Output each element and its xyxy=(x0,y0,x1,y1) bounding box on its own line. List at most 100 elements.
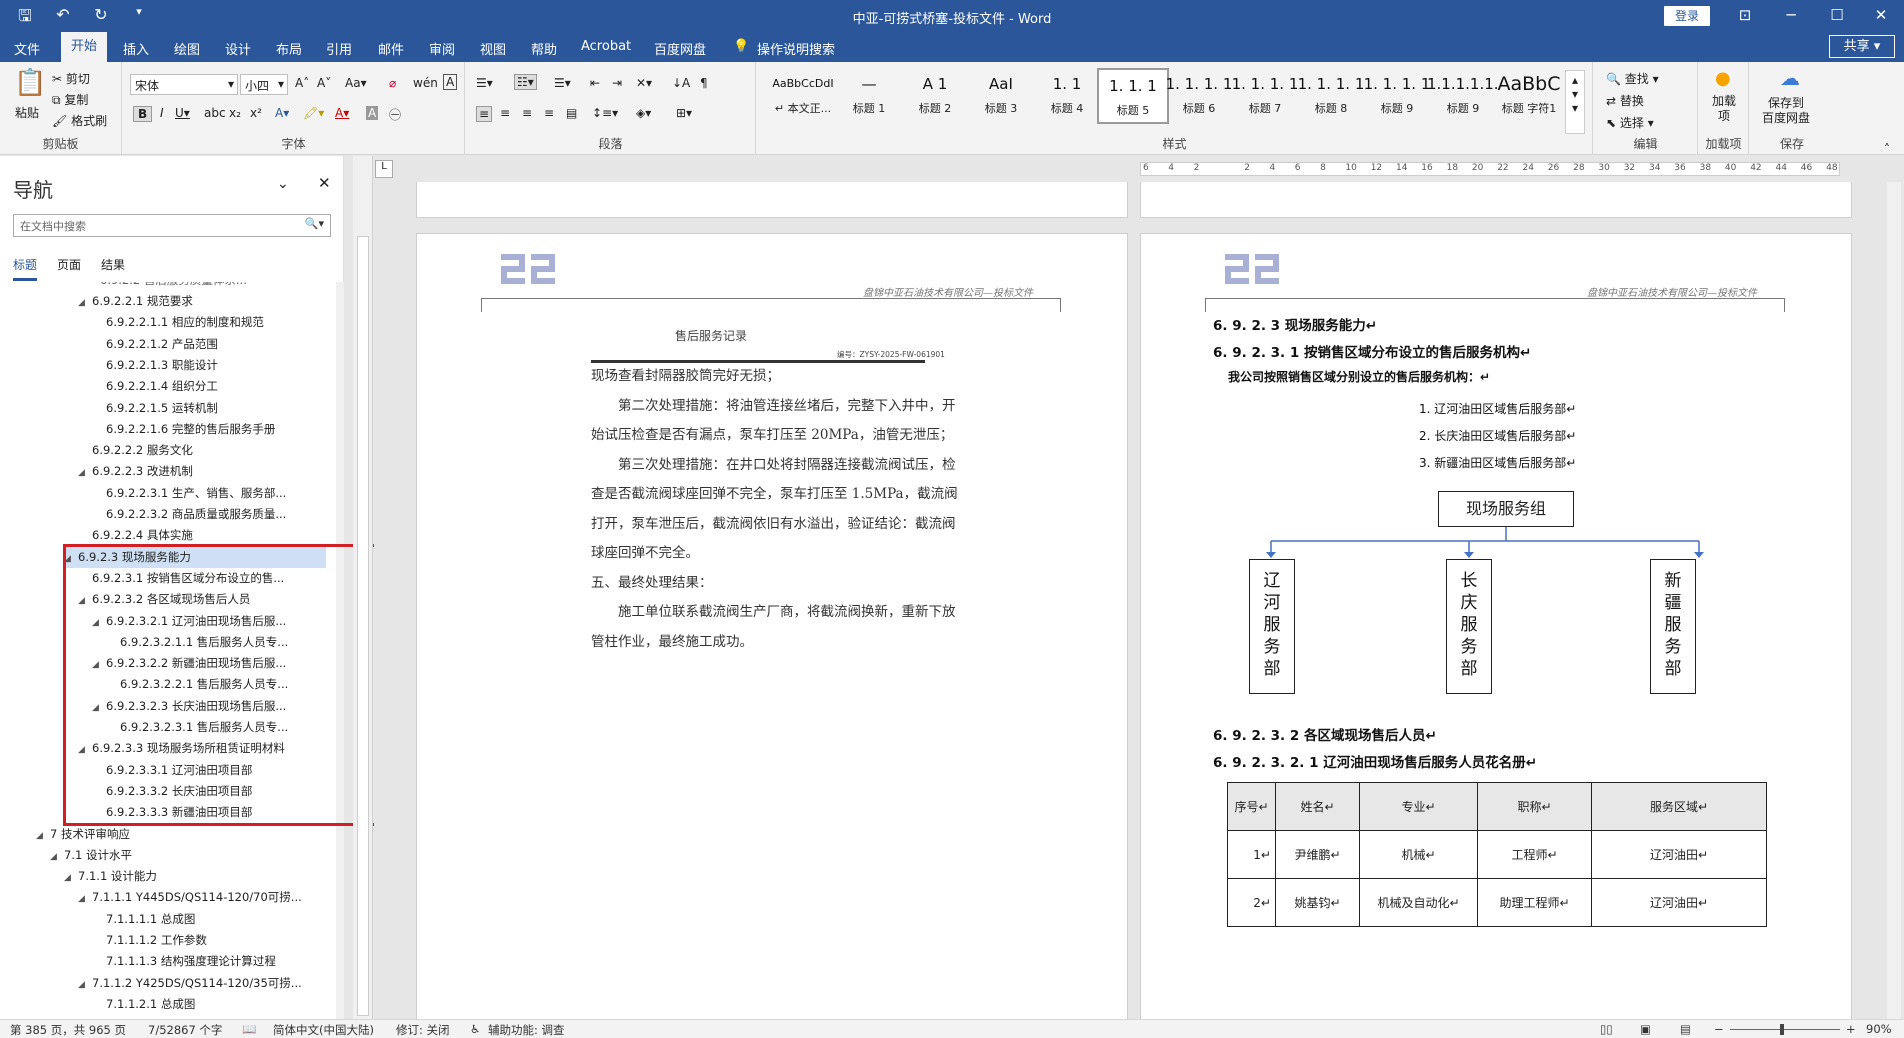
bullets-icon[interactable]: ☰▾ xyxy=(476,76,493,90)
distribute-icon[interactable]: ▤ xyxy=(566,106,577,120)
nav-tree-item[interactable]: 7.1.1.1.1 总成图 xyxy=(92,909,195,930)
nav-tree-item[interactable]: 6.9.2.2.1.2 产品范围 xyxy=(92,334,218,355)
font-size-select[interactable]: 小四 ▾ xyxy=(240,74,288,95)
tab-acrobat[interactable]: Acrobat xyxy=(581,39,631,54)
nav-tree-item[interactable]: ◢ 6.9.2.2.1 规范要求 xyxy=(78,291,193,312)
format-painter-button[interactable]: 🖌 格式刷 xyxy=(52,112,107,129)
enclose-char-icon[interactable]: ㊀ xyxy=(389,106,401,123)
zoom-slider-thumb[interactable] xyxy=(1780,1024,1784,1035)
status-track-changes[interactable]: 修订: 关闭 xyxy=(396,1022,450,1038)
accessibility-icon[interactable]: ♿ xyxy=(470,1022,480,1036)
style-gallery-item[interactable]: — 标题 1 xyxy=(833,68,905,124)
decrease-indent-icon[interactable]: ⇤ xyxy=(590,76,600,90)
multilevel-icon[interactable]: ☰▾ xyxy=(554,76,571,90)
zoom-out-icon[interactable]: − xyxy=(1714,1022,1724,1036)
nav-tree-item[interactable]: 7.1.1.2.1 总成图 xyxy=(92,994,195,1015)
style-gallery-item[interactable]: 1. 1. 1. 1 标题 8 xyxy=(1295,68,1367,124)
web-layout-icon[interactable]: ▤ xyxy=(1680,1022,1691,1036)
expand-triangle-icon[interactable]: ◢ xyxy=(64,868,78,889)
save-baidu-button[interactable]: 保存到 百度网盘 xyxy=(1762,96,1810,126)
nav-tree-item[interactable]: 6.9.2.2.3.1 生产、销售、服务部... xyxy=(92,483,286,504)
status-accessibility[interactable]: 辅助功能: 调查 xyxy=(488,1022,565,1038)
tab-selector-icon[interactable]: L xyxy=(375,160,393,178)
maximize-button[interactable]: ☐ xyxy=(1814,0,1860,32)
borders-icon[interactable]: ⊞▾ xyxy=(676,106,692,120)
status-language[interactable]: 简体中文(中国大陆) xyxy=(273,1022,374,1038)
bold-icon[interactable]: B xyxy=(133,106,153,122)
replace-button[interactable]: ⇄ 替换 xyxy=(1606,92,1644,109)
style-gallery-item[interactable]: 1. 1 标题 4 xyxy=(1031,68,1103,124)
tab-home[interactable]: 开始 xyxy=(61,32,108,62)
tab-help[interactable]: 帮助 xyxy=(531,39,557,58)
cut-button[interactable]: ✂ 剪切 xyxy=(52,70,90,87)
page-right[interactable]: 盘锦中亚石油技术有限公司—投标文件 6. 9. 2. 3 现场服务能力↵ 6. … xyxy=(1140,233,1852,1019)
nav-tree-item[interactable]: ◢ 7 技术评审响应 xyxy=(36,824,130,845)
tab-review[interactable]: 审阅 xyxy=(429,39,455,58)
nav-tree-item[interactable]: 6.9.2.2.3.2 商品质量或服务质量... xyxy=(92,504,286,525)
search-icon[interactable]: 🔍▾ xyxy=(305,217,324,230)
phonetic-icon[interactable]: wén xyxy=(413,76,438,90)
tab-insert[interactable]: 插入 xyxy=(123,39,149,58)
nav-tab-headings[interactable]: 标题 xyxy=(13,256,38,281)
read-mode-icon[interactable]: ▯▯ xyxy=(1600,1022,1613,1036)
zoom-in-icon[interactable]: + xyxy=(1846,1022,1856,1036)
paste-icon[interactable]: 📋 xyxy=(14,68,46,98)
tab-design[interactable]: 设计 xyxy=(225,39,251,58)
numbering-icon[interactable]: ☷▾ xyxy=(514,74,537,90)
share-button[interactable]: 共享 ▾ xyxy=(1829,35,1895,58)
shading-icon[interactable]: ◈▾ xyxy=(636,106,651,120)
superscript-icon[interactable]: x² xyxy=(250,106,262,120)
shrink-font-icon[interactable]: A˅ xyxy=(317,76,331,90)
nav-tree-item[interactable]: 6.9.2.2.1.5 运转机制 xyxy=(92,398,218,419)
text-effects-icon[interactable]: A▾ xyxy=(275,106,289,120)
strikethrough-icon[interactable]: abc xyxy=(204,106,226,120)
chinese-layout-icon[interactable]: ✕▾ xyxy=(636,76,652,90)
nav-tree-item[interactable]: ◢ 7.1.1 设计能力 xyxy=(64,866,157,887)
horizontal-ruler[interactable]: L 6 4 2 2 4 6 8 10 12 14 16 18 20 22 24 26 28 30 32 34 36 38 4… xyxy=(374,156,1904,182)
nav-tree-item[interactable]: ◢ 6.9.2.2.3 改进机制 xyxy=(78,461,193,482)
tell-me-search[interactable]: 操作说明搜索 xyxy=(757,39,835,58)
font-name-select[interactable]: 宋体 ▾ xyxy=(130,74,238,95)
tab-mailings[interactable]: 邮件 xyxy=(378,39,404,58)
document-scrollbar[interactable] xyxy=(1887,182,1901,1019)
justify-icon[interactable]: ≡ xyxy=(544,106,554,120)
clear-format-icon[interactable]: ⌀ xyxy=(389,76,396,90)
tab-references[interactable]: 引用 xyxy=(326,39,352,58)
sort-icon[interactable]: ↓A xyxy=(672,76,690,90)
expand-triangle-icon[interactable]: ◢ xyxy=(78,889,92,910)
nav-tree-item[interactable]: 6.9.2.2.1.6 完整的售后服务手册 xyxy=(92,419,275,440)
select-button[interactable]: ⬉ 选择 ▾ xyxy=(1606,114,1654,131)
grow-font-icon[interactable]: A˄ xyxy=(295,76,309,90)
nav-close-icon[interactable]: ✕ xyxy=(318,174,331,192)
tab-baidu[interactable]: 百度网盘 xyxy=(654,39,706,58)
copy-button[interactable]: ⧉ 复制 xyxy=(52,91,88,108)
nav-tree-item[interactable]: 7.1.1.1.3 结构强度理论计算过程 xyxy=(92,951,276,972)
align-right-icon[interactable]: ≡ xyxy=(522,106,532,120)
find-button[interactable]: 🔍 查找 ▾ xyxy=(1606,70,1659,87)
style-gallery-item[interactable]: 1. 1. 1. 1 标题 7 xyxy=(1229,68,1301,124)
tab-draw[interactable]: 绘图 xyxy=(174,39,200,58)
italic-icon[interactable]: I xyxy=(156,106,168,120)
line-spacing-icon[interactable]: ↕≡▾ xyxy=(592,106,618,120)
nav-tree-item[interactable]: ◢ 7.1.1.2 Y425DS/QS114-120/35可捞... xyxy=(78,973,302,994)
status-zoom[interactable]: 90% xyxy=(1866,1022,1892,1036)
page-left[interactable]: 盘锦中亚石油技术有限公司—投标文件 售后服务记录 编号：ZYSY-2025-FW… xyxy=(416,233,1128,1019)
subscript-icon[interactable]: x₂ xyxy=(229,106,241,120)
styles-more-icon[interactable]: ▴ ▾ ▾ xyxy=(1565,70,1585,134)
status-words[interactable]: 7/52867 个字 xyxy=(148,1022,222,1038)
addins-button[interactable]: 加载项 xyxy=(1709,94,1739,124)
nav-tree-item-clipped[interactable]: 6.9.2.2 售后服务质量体系... xyxy=(100,282,247,291)
nav-tree-item[interactable]: 6.9.2.2.1.3 职能设计 xyxy=(92,355,218,376)
expand-triangle-icon[interactable]: ◢ xyxy=(36,826,50,847)
show-marks-icon[interactable]: ¶ xyxy=(700,76,708,90)
status-page[interactable]: 第 385 页，共 965 页 xyxy=(10,1022,126,1038)
font-color-icon[interactable]: A▾ xyxy=(335,106,349,120)
style-gallery-item[interactable]: 1. 1. 1. 1 标题 6 xyxy=(1163,68,1235,124)
style-gallery-item[interactable]: 1.1.1.1.1.1. 标题 9 xyxy=(1427,68,1499,124)
nav-options-icon[interactable]: ⌄ xyxy=(277,176,289,192)
expand-triangle-icon[interactable]: ◢ xyxy=(78,293,92,314)
increase-indent-icon[interactable]: ⇥ xyxy=(612,76,622,90)
style-gallery-item[interactable]: 1. 1. 1. 1 标题 9 xyxy=(1361,68,1433,124)
nav-tree-item[interactable]: 6.9.2.2.2 服务文化 xyxy=(78,440,193,461)
nav-search-input[interactable]: 在文档中搜索 🔍▾ xyxy=(13,214,331,237)
